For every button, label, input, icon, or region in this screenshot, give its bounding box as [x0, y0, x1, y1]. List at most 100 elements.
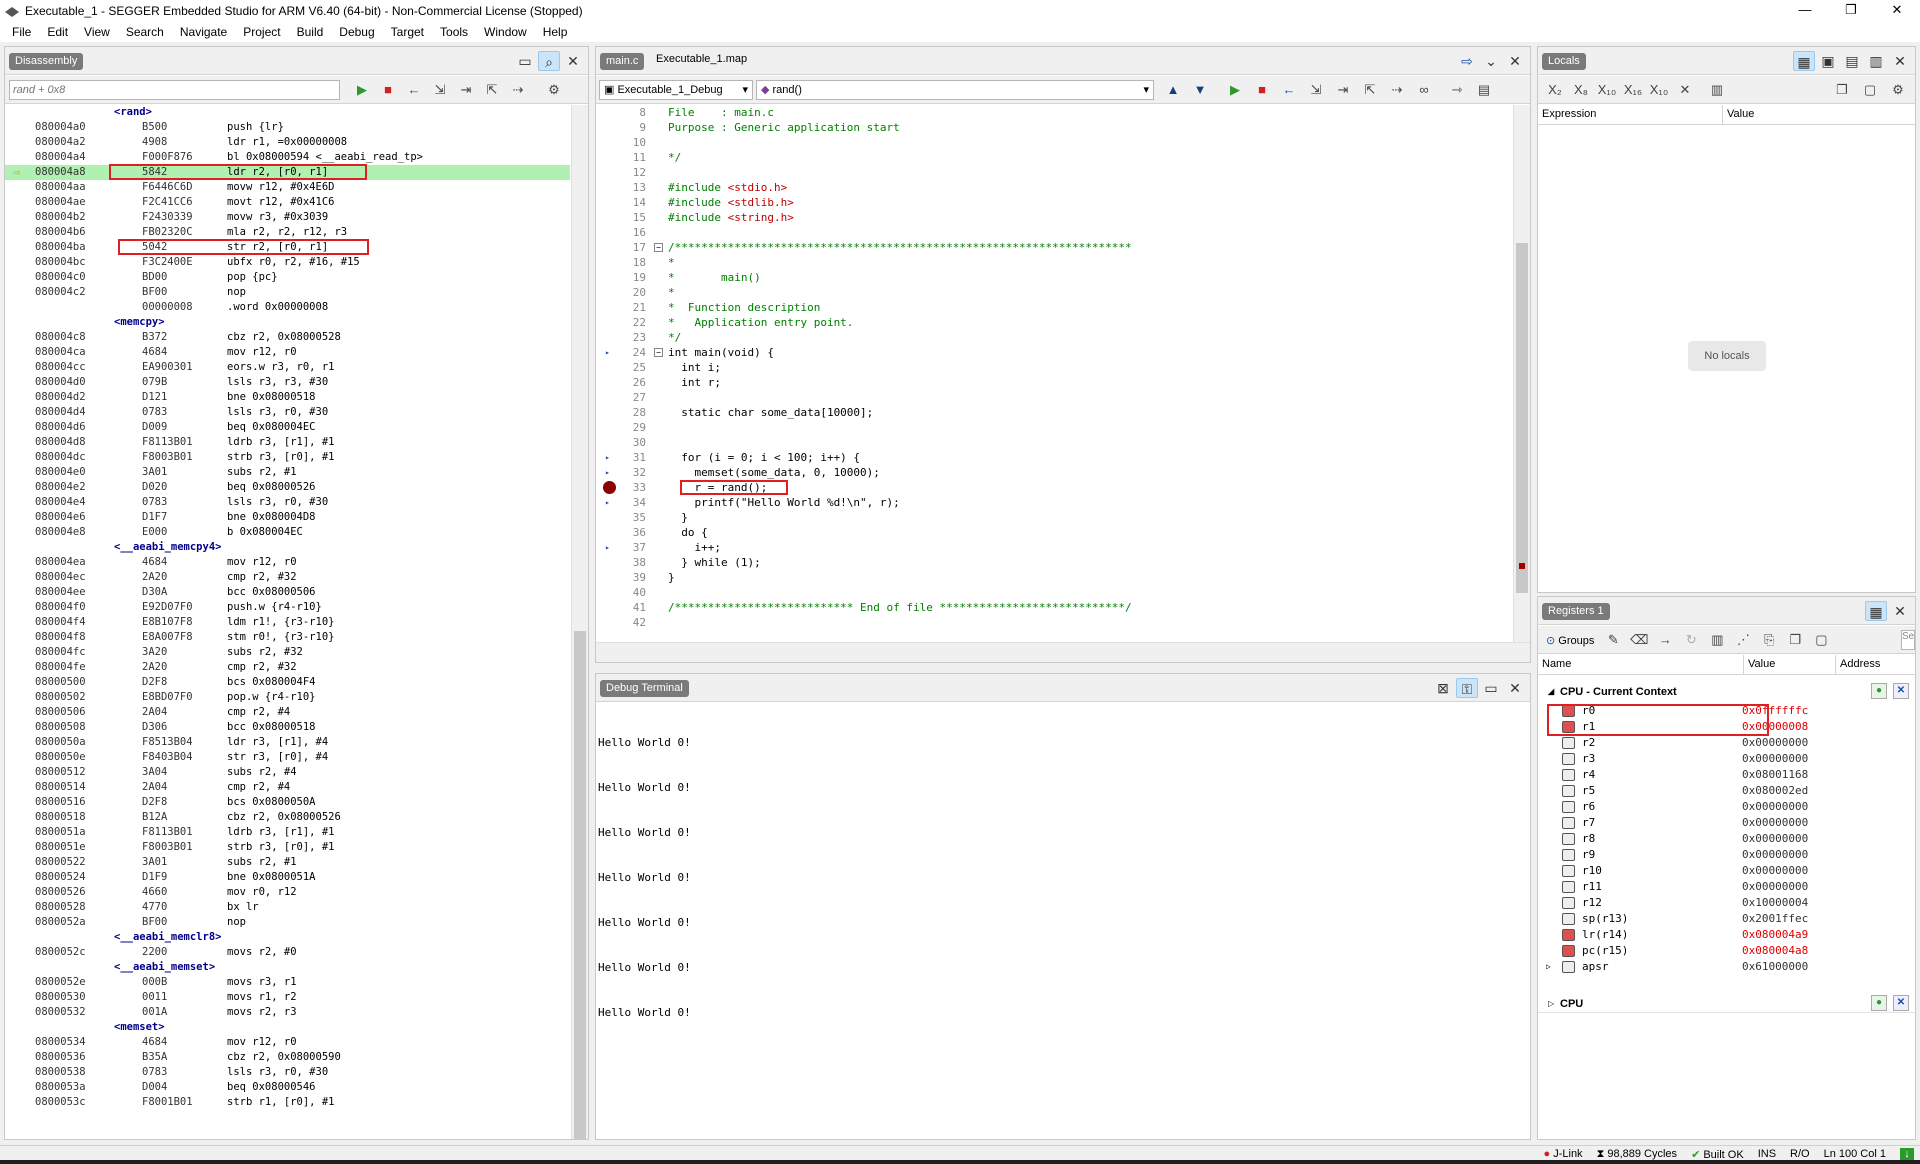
locals-memory-icon[interactable]: ▤ [1841, 51, 1863, 71]
editor-hscrollbar[interactable] [596, 642, 1530, 662]
disassembly-row[interactable]: 08000534 4684 mov r12, r0 [5, 1035, 570, 1050]
value-column[interactable]: Value [1748, 658, 1775, 670]
disassembly-row[interactable]: 08000516 D2F8 bcs 0x0800050A [5, 795, 570, 810]
disassembly-label[interactable]: <__aeabi_memcpy4> [5, 540, 570, 555]
menu-edit[interactable]: Edit [39, 25, 76, 39]
disassembly-row[interactable]: 08000522 3A01 subs r2, #1 [5, 855, 570, 870]
code-line[interactable]: 37 i++; ▸ [596, 540, 1496, 555]
step-over-icon[interactable]: ⇥ [1332, 80, 1354, 100]
expression-column[interactable]: Expression [1542, 108, 1596, 120]
group-remove-icon[interactable]: ✕ [1893, 683, 1909, 699]
code-line[interactable]: 15 #include <string.h> [596, 210, 1496, 225]
stop-icon[interactable]: ■ [377, 80, 399, 100]
paste-icon[interactable]: ▢ [1859, 80, 1881, 100]
disassembly-label[interactable]: <__aeabi_memset> [5, 960, 570, 975]
disassembly-row[interactable]: 080004ec 2A20 cmp r2, #32 [5, 570, 570, 585]
register-group-current[interactable]: ◢ CPU - Current Context ● ✕ [1538, 683, 1915, 701]
register-row[interactable]: sp(r13) 0x2001ffec [1538, 911, 1915, 927]
disassembly-row[interactable]: 080004a0 B500 push {lr} [5, 120, 570, 135]
register-row[interactable]: r10 0x00000000 [1538, 863, 1915, 879]
group-remove-icon[interactable]: ✕ [1893, 995, 1909, 1011]
menu-search[interactable]: Search [118, 25, 172, 39]
register-value[interactable]: 0x080004a9 [1742, 927, 1808, 943]
register-value[interactable]: 0x00000000 [1742, 831, 1808, 847]
locals-layout-icon[interactable]: ▥ [1865, 51, 1887, 71]
registers-display-icon[interactable]: ▦ [1865, 601, 1887, 621]
eraser-icon[interactable]: ⌫ [1628, 630, 1650, 650]
run-icon[interactable]: ▶ [351, 80, 373, 100]
code-line[interactable]: 40 [596, 585, 1496, 600]
disassembly-row[interactable]: 080004f4 E8B107F8 ldm r1!, {r3-r10} [5, 615, 570, 630]
close-button[interactable]: ✕ [1874, 0, 1920, 22]
locals-watch-icon[interactable]: ▣ [1817, 51, 1839, 71]
code-line[interactable]: 31 for (i = 0; i < 100; i++) {▸ [596, 450, 1496, 465]
register-row[interactable]: r5 0x080002ed [1538, 783, 1915, 799]
executable-line-marker-icon[interactable]: ▸ [605, 450, 610, 465]
locals-settings-icon[interactable]: ⚙ [1887, 80, 1909, 100]
code-line[interactable]: 10 [596, 135, 1496, 150]
code-line[interactable]: 41 /*************************** End of fi… [596, 600, 1496, 615]
code-line[interactable]: 32 memset(some_data, 0, 10000); ▸ [596, 465, 1496, 480]
register-row[interactable]: r3 0x00000000 [1538, 751, 1915, 767]
disassembly-row[interactable]: 080004ee D30A bcc 0x08000506 [5, 585, 570, 600]
executable-line-marker-icon[interactable]: ▸ [605, 345, 610, 360]
groups-button[interactable]: ⊙ Groups [1542, 634, 1598, 647]
code-line[interactable]: 17 /*************************************… [596, 240, 1496, 255]
menu-tools[interactable]: Tools [432, 25, 476, 39]
copy-icon[interactable]: ❐ [1831, 80, 1853, 100]
code-line[interactable]: 29 [596, 420, 1496, 435]
register-value[interactable]: 0x080004a8 [1742, 943, 1808, 959]
disassembly-row[interactable]: 080004bc F3C2400E ubfx r0, r2, #16, #15 [5, 255, 570, 270]
code-line[interactable]: 12 [596, 165, 1496, 180]
track-pc-icon[interactable]: ⌕ [538, 51, 560, 71]
disassembly-row[interactable]: 080004d6 D009 beq 0x080004EC [5, 420, 570, 435]
disassembly-row[interactable]: 08000514 2A04 cmp r2, #4 [5, 780, 570, 795]
tab-executable-map[interactable]: Executable_1.map [656, 53, 747, 65]
disassembly-row[interactable]: 080004c8 B372 cbz r2, 0x08000528 [5, 330, 570, 345]
code-line[interactable]: 16 [596, 225, 1496, 240]
code-line[interactable]: 20 * [596, 285, 1496, 300]
signed-format-icon[interactable]: X₁₀ [1648, 80, 1670, 100]
columns-icon[interactable]: ▥ [1706, 80, 1728, 100]
disassembly-row[interactable]: 080004a2 4908 ldr r1, =0x00000008 [5, 135, 570, 150]
stop-icon[interactable]: ■ [1251, 80, 1273, 100]
register-row[interactable]: apsr 0x61000000 ▷ [1538, 959, 1915, 975]
disassembly-row[interactable]: 080004d4 0783 lsls r3, r0, #30 [5, 405, 570, 420]
registers-search-input[interactable]: Se [1901, 630, 1915, 650]
register-value[interactable]: 0x00000000 [1742, 863, 1808, 879]
fold-function-icon[interactable]: − [654, 348, 663, 357]
menu-debug[interactable]: Debug [331, 25, 382, 39]
toggle-breakpoint-icon[interactable]: ⇾ [1446, 80, 1468, 100]
disassembly-address-input[interactable] [9, 80, 340, 100]
run-to-cursor-icon[interactable]: ⇢ [507, 80, 529, 100]
disassembly-row[interactable]: 08000500 D2F8 bcs 0x080004F4 [5, 675, 570, 690]
executable-line-marker-icon[interactable]: ▸ [605, 465, 610, 480]
group-refresh-icon[interactable]: ● [1871, 683, 1887, 699]
menu-navigate[interactable]: Navigate [172, 25, 235, 39]
menu-window[interactable]: Window [476, 25, 535, 39]
disassembly-row[interactable]: 00000008 .word 0x00000008 [5, 300, 570, 315]
run-to-cursor-icon[interactable]: ⇢ [1386, 80, 1408, 100]
disassembly-row[interactable]: 08000526 4660 mov r0, r12 [5, 885, 570, 900]
terminal-clear-icon[interactable]: ⊠ [1432, 678, 1454, 698]
disassembly-row[interactable]: 08000524 D1F9 bne 0x0800051A [5, 870, 570, 885]
disassembly-row[interactable]: 08000528 4770 bx lr [5, 900, 570, 915]
copy-icon[interactable]: ❐ [1784, 630, 1806, 650]
char-format-icon[interactable]: ✕ [1674, 80, 1696, 100]
hex-format-icon[interactable]: X₂ [1544, 80, 1566, 100]
register-value[interactable]: 0x00000000 [1742, 799, 1808, 815]
disassembly-row[interactable]: 080004dc F8003B01 strb r3, [r0], #1 [5, 450, 570, 465]
register-value[interactable]: 0x00000000 [1742, 879, 1808, 895]
export-icon[interactable]: ⎘ [1758, 630, 1780, 650]
disassembly-row[interactable]: 08000536 B35A cbz r2, 0x08000590 [5, 1050, 570, 1065]
disassembly-row[interactable]: 080004ca 4684 mov r12, r0 [5, 345, 570, 360]
disassembly-row[interactable]: 080004fc 3A20 subs r2, #32 [5, 645, 570, 660]
code-line[interactable]: 28 static char some_data[10000]; [596, 405, 1496, 420]
menu-help[interactable]: Help [535, 25, 576, 39]
prev-function-icon[interactable]: ▲ [1162, 80, 1184, 100]
close-editor-icon[interactable]: ✕ [1504, 51, 1526, 71]
register-value[interactable]: 0x10000004 [1742, 895, 1808, 911]
disassembly-label[interactable]: <memset> [5, 1020, 570, 1035]
disassembly-row[interactable]: 08000518 B12A cbz r2, 0x08000526 [5, 810, 570, 825]
code-line[interactable]: 13 #include <stdio.h> [596, 180, 1496, 195]
